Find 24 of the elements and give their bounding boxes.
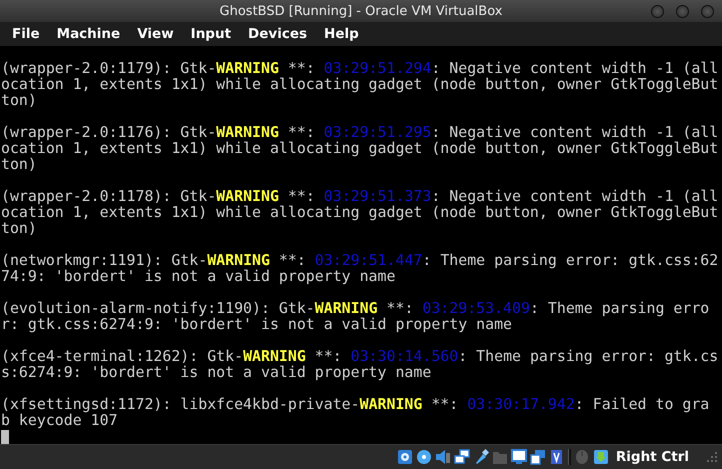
display-icon[interactable] bbox=[510, 449, 527, 465]
log-message: (wrapper-2.0:1178): Gtk-WARNING **: 03:29:51.373: Negative content width -1 (allocation 1, extents 1x1) while allocating gadget (node button, owner GtkToggleButton) bbox=[1, 188, 720, 236]
resize-grip-icon[interactable] bbox=[706, 451, 718, 463]
log-message: (xfsettingsd:1172): libxfce4kbd-private-WARNING **: 03:30:17.942: Failed to grab keycode 107 bbox=[1, 396, 710, 428]
menu-item[interactable]: View bbox=[133, 26, 181, 42]
speaker-icon[interactable] bbox=[434, 449, 451, 465]
log-message: (wrapper-2.0:1176): Gtk-WARNING **: 03:29:51.295: Negative content width -1 (allocation 1, extents 1x1) while allocating gadget (node button, owner GtkToggleButton) bbox=[1, 124, 720, 172]
menu-item[interactable]: Machine bbox=[52, 26, 128, 42]
menu-item[interactable]: Help bbox=[320, 26, 366, 42]
host-key-label: Right Ctrl bbox=[616, 449, 689, 465]
keyboard-capture-icon[interactable] bbox=[592, 449, 609, 465]
log-message: (wrapper-2.0:1179): Gtk-WARNING **: 03:29:51.294: Negative content width -1 (allocation 1, extents 1x1) while allocating gadget (node button, owner GtkToggleButton) bbox=[1, 60, 720, 108]
disc-icon[interactable] bbox=[416, 449, 432, 465]
log-message: (networkmgr:1191): Gtk-WARNING **: 03:29:51.447: Theme parsing error: gtk.css:6274:9: 'bordert' is not a valid property name bbox=[1, 252, 720, 284]
recording-icon[interactable] bbox=[548, 449, 565, 465]
menu-item[interactable]: File bbox=[8, 26, 47, 42]
windows-icon[interactable] bbox=[530, 449, 546, 465]
window-title: GhostBSD [Running] - Oracle VM VirtualBox bbox=[220, 4, 502, 18]
network-icon[interactable] bbox=[454, 449, 470, 465]
cursor bbox=[1, 430, 9, 444]
menu-item[interactable]: Input bbox=[186, 26, 238, 42]
log-message: (xfce4-terminal:1262): Gtk-WARNING **: 03:30:14.560: Theme parsing error: gtk.css:6274:9: 'bordert' is not a valid property name bbox=[1, 348, 720, 380]
menu-item[interactable]: Devices bbox=[244, 26, 314, 42]
log-message: (evolution-alarm-notify:1190): Gtk-WARNING **: 03:29:53.409: Theme parsing error: gtk.css:6274:9: 'bordert' is not a valid property name bbox=[1, 300, 710, 332]
